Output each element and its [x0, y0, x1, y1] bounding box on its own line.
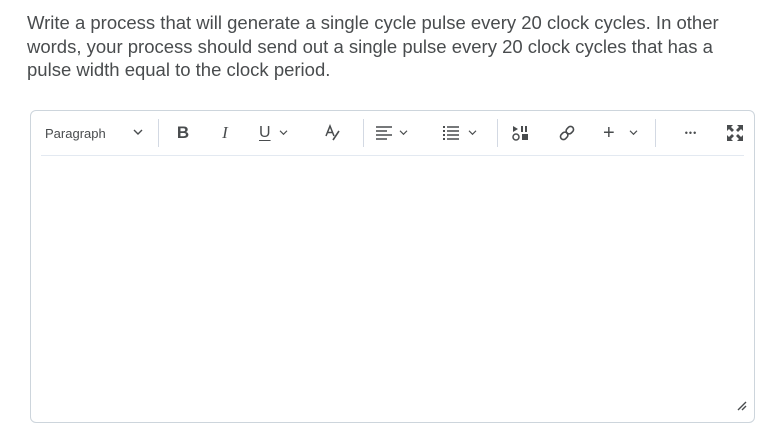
italic-button[interactable]: I: [213, 111, 237, 155]
link-icon: [558, 124, 576, 142]
insert-media-button[interactable]: [509, 111, 533, 155]
rich-text-editor: Paragraph B I U + •••: [30, 110, 755, 423]
chevron-down-icon: [279, 129, 288, 136]
insert-button[interactable]: +: [603, 111, 643, 155]
question-line-1: Write a process that will generate a sin…: [27, 12, 719, 33]
underline-button[interactable]: U: [259, 111, 299, 155]
more-icon: •••: [684, 128, 698, 138]
fullscreen-button[interactable]: [723, 111, 747, 155]
toolbar-separator: [497, 119, 498, 147]
align-icon: [375, 125, 393, 141]
chevron-down-icon: [133, 128, 143, 136]
resize-handle-icon[interactable]: [735, 398, 747, 416]
chevron-down-icon: [468, 129, 477, 136]
text-color-button[interactable]: [321, 111, 345, 155]
align-button[interactable]: [375, 111, 415, 155]
bold-icon: B: [176, 123, 190, 142]
fullscreen-icon: [726, 124, 744, 142]
toolbar-separator: [158, 119, 159, 147]
plus-icon: +: [603, 122, 615, 144]
format-select-label: Paragraph: [45, 125, 106, 141]
question-line-3: pulse width equal to the clock period.: [27, 59, 331, 80]
more-button[interactable]: •••: [677, 111, 705, 155]
underline-icon: U: [259, 124, 271, 141]
question-line-2: words, your process should send out a si…: [27, 35, 713, 57]
chevron-down-icon: [629, 129, 638, 136]
bulleted-list-icon: [442, 125, 460, 141]
list-button[interactable]: [442, 111, 482, 155]
format-select[interactable]: Paragraph: [45, 111, 153, 155]
toolbar-separator: [655, 119, 656, 147]
text-color-icon: [323, 124, 343, 142]
insert-media-icon: [512, 125, 530, 141]
link-button[interactable]: [555, 111, 579, 155]
italic-icon: I: [222, 123, 228, 142]
editor-toolbar: Paragraph B I U + •••: [41, 111, 744, 156]
toolbar-separator: [363, 119, 364, 147]
editor-content-area[interactable]: [32, 156, 753, 421]
bold-button[interactable]: B: [169, 111, 197, 155]
question-text: Write a process that will generate a sin…: [27, 11, 762, 82]
chevron-down-icon: [399, 129, 408, 136]
